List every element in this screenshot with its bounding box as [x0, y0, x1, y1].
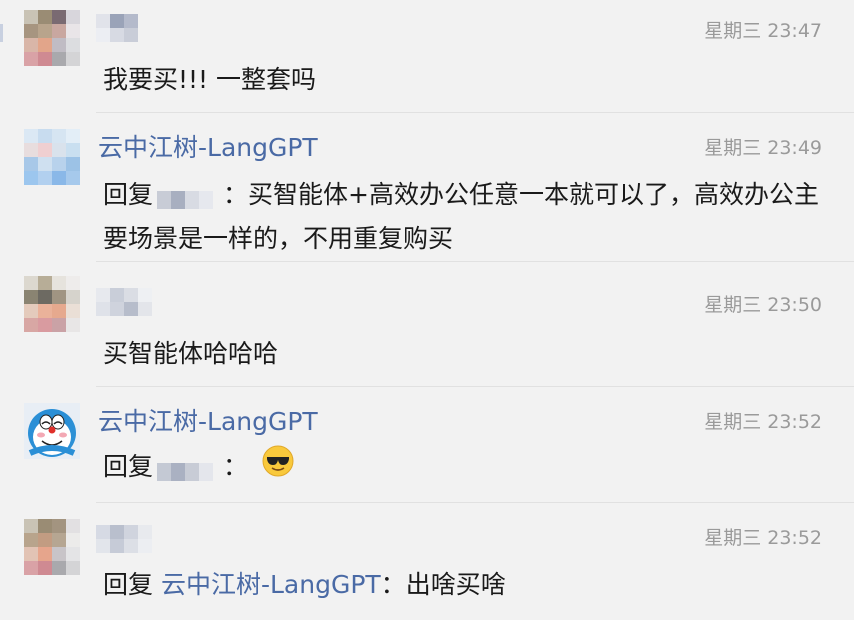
avatar-blurred[interactable]: [24, 10, 80, 66]
sender-name-blurred[interactable]: [96, 6, 154, 50]
reply-target-blurred[interactable]: [157, 183, 219, 209]
reply-prefix: 回复: [103, 570, 154, 599]
message-item: 星期三 23:47 我要买!!! 一整套吗: [0, 0, 854, 112]
avatar-blurred[interactable]: [24, 129, 80, 185]
message-time: 星期三 23:49: [704, 137, 822, 159]
reply-separator: ：: [223, 180, 249, 209]
message-item: 云中江树-LangGPT 星期三 23:52 回复 ：: [0, 387, 854, 502]
sender-name[interactable]: 云中江树-LangGPT: [98, 405, 318, 439]
message-text: 买智能体哈哈哈: [103, 339, 279, 368]
message-item: 星期三 23:50 买智能体哈哈哈: [0, 262, 854, 386]
message-time: 星期三 23:50: [704, 294, 822, 316]
reply-target-link[interactable]: 云中江树-LangGPT: [161, 570, 381, 599]
reply-target-blurred[interactable]: [157, 455, 219, 481]
reply-body: 出啥买啥: [405, 570, 506, 599]
message-text: 回复 ：: [103, 445, 833, 491]
message-item: 云中江树-LangGPT 星期三 23:49 回复 ：买智能体+高效办公任意一本就…: [0, 113, 854, 261]
sunglasses-emoji-icon: [262, 445, 294, 491]
avatar-blurred[interactable]: [24, 276, 80, 332]
message-text: 回复 云中江树-LangGPT：出啥买啥: [103, 563, 833, 607]
message-text: 回复 ：买智能体+高效办公任意一本就可以了，高效办公主要场景是一样的，不用重复购买: [103, 173, 833, 261]
sender-name[interactable]: 云中江树-LangGPT: [98, 131, 318, 165]
reply-separator: ：: [223, 452, 249, 481]
reply-prefix: 回复: [103, 452, 154, 481]
reply-separator: ：: [380, 570, 406, 599]
avatar-doraemon[interactable]: [24, 403, 80, 459]
message-time: 星期三 23:52: [704, 527, 822, 549]
message-time: 星期三 23:47: [704, 20, 822, 42]
sender-name-blurred[interactable]: [96, 521, 164, 565]
reply-prefix: 回复: [103, 180, 154, 209]
message-text: 我要买!!! 一整套吗: [103, 65, 317, 94]
message-time: 星期三 23:52: [704, 411, 822, 433]
sender-name-blurred[interactable]: [96, 282, 164, 326]
avatar-blurred[interactable]: [24, 519, 80, 575]
message-item: 星期三 23:52 回复 云中江树-LangGPT：出啥买啥: [0, 503, 854, 620]
